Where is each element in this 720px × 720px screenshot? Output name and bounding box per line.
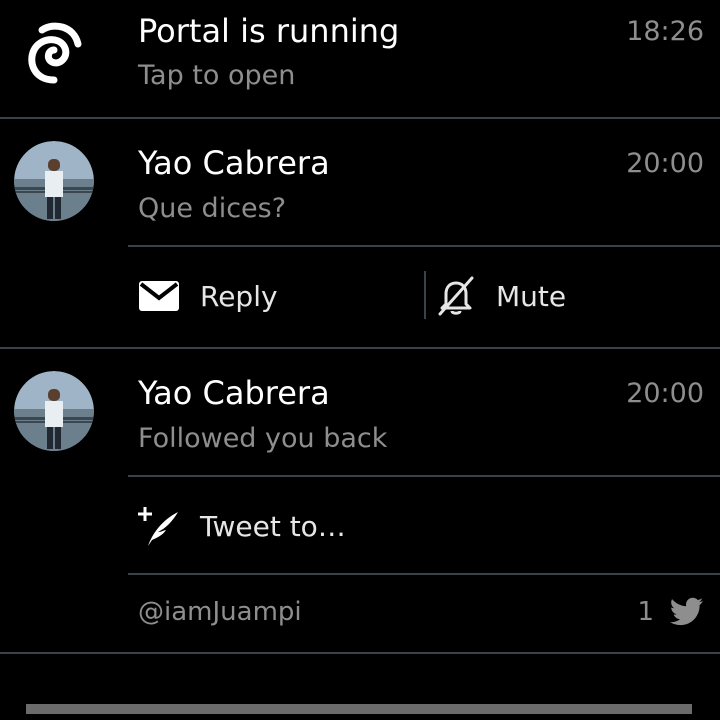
portal-swirl-icon [14, 10, 94, 90]
scrollbar[interactable] [26, 704, 692, 714]
notification-title: Portal is running [138, 12, 400, 50]
notification-twitter[interactable]: Yao Cabrera Followed you back 20:00 Twee… [0, 349, 720, 654]
tweet-to-button[interactable]: Tweet to… [134, 501, 346, 551]
twitter-bird-icon [670, 597, 704, 631]
notification-subtitle: Tap to open [138, 60, 296, 91]
notification-title: Yao Cabrera [138, 144, 330, 182]
envelope-icon [138, 279, 180, 313]
mute-button[interactable]: Mute [434, 271, 566, 321]
notification-time: 20:00 [626, 378, 704, 409]
notification-title: Yao Cabrera [138, 374, 330, 412]
tweet-to-label: Tweet to… [200, 509, 346, 543]
notification-subtitle: Followed you back [138, 423, 388, 454]
divider [128, 475, 720, 477]
mute-label: Mute [496, 279, 567, 313]
bell-off-icon [434, 274, 478, 318]
notification-portal[interactable]: Portal is running Tap to open 18:26 [0, 0, 720, 118]
reply-label: Reply [200, 279, 278, 313]
avatar [14, 141, 94, 221]
notification-count: 1 [637, 597, 654, 627]
compose-quill-icon [134, 502, 182, 550]
notification-message[interactable]: Yao Cabrera Que dices? 20:00 Reply Mute [0, 119, 720, 347]
reply-button[interactable]: Reply [138, 271, 278, 321]
action-separator [424, 271, 426, 319]
account-handle: @iamJuampi [138, 597, 302, 627]
notification-subtitle: Que dices? [138, 193, 287, 224]
avatar [14, 371, 94, 451]
divider [128, 573, 720, 575]
notification-time: 18:26 [626, 16, 704, 47]
notification-shade: Portal is running Tap to open 18:26 Yao … [0, 0, 720, 720]
divider [128, 245, 720, 247]
divider [0, 652, 720, 654]
notification-time: 20:00 [626, 148, 704, 179]
